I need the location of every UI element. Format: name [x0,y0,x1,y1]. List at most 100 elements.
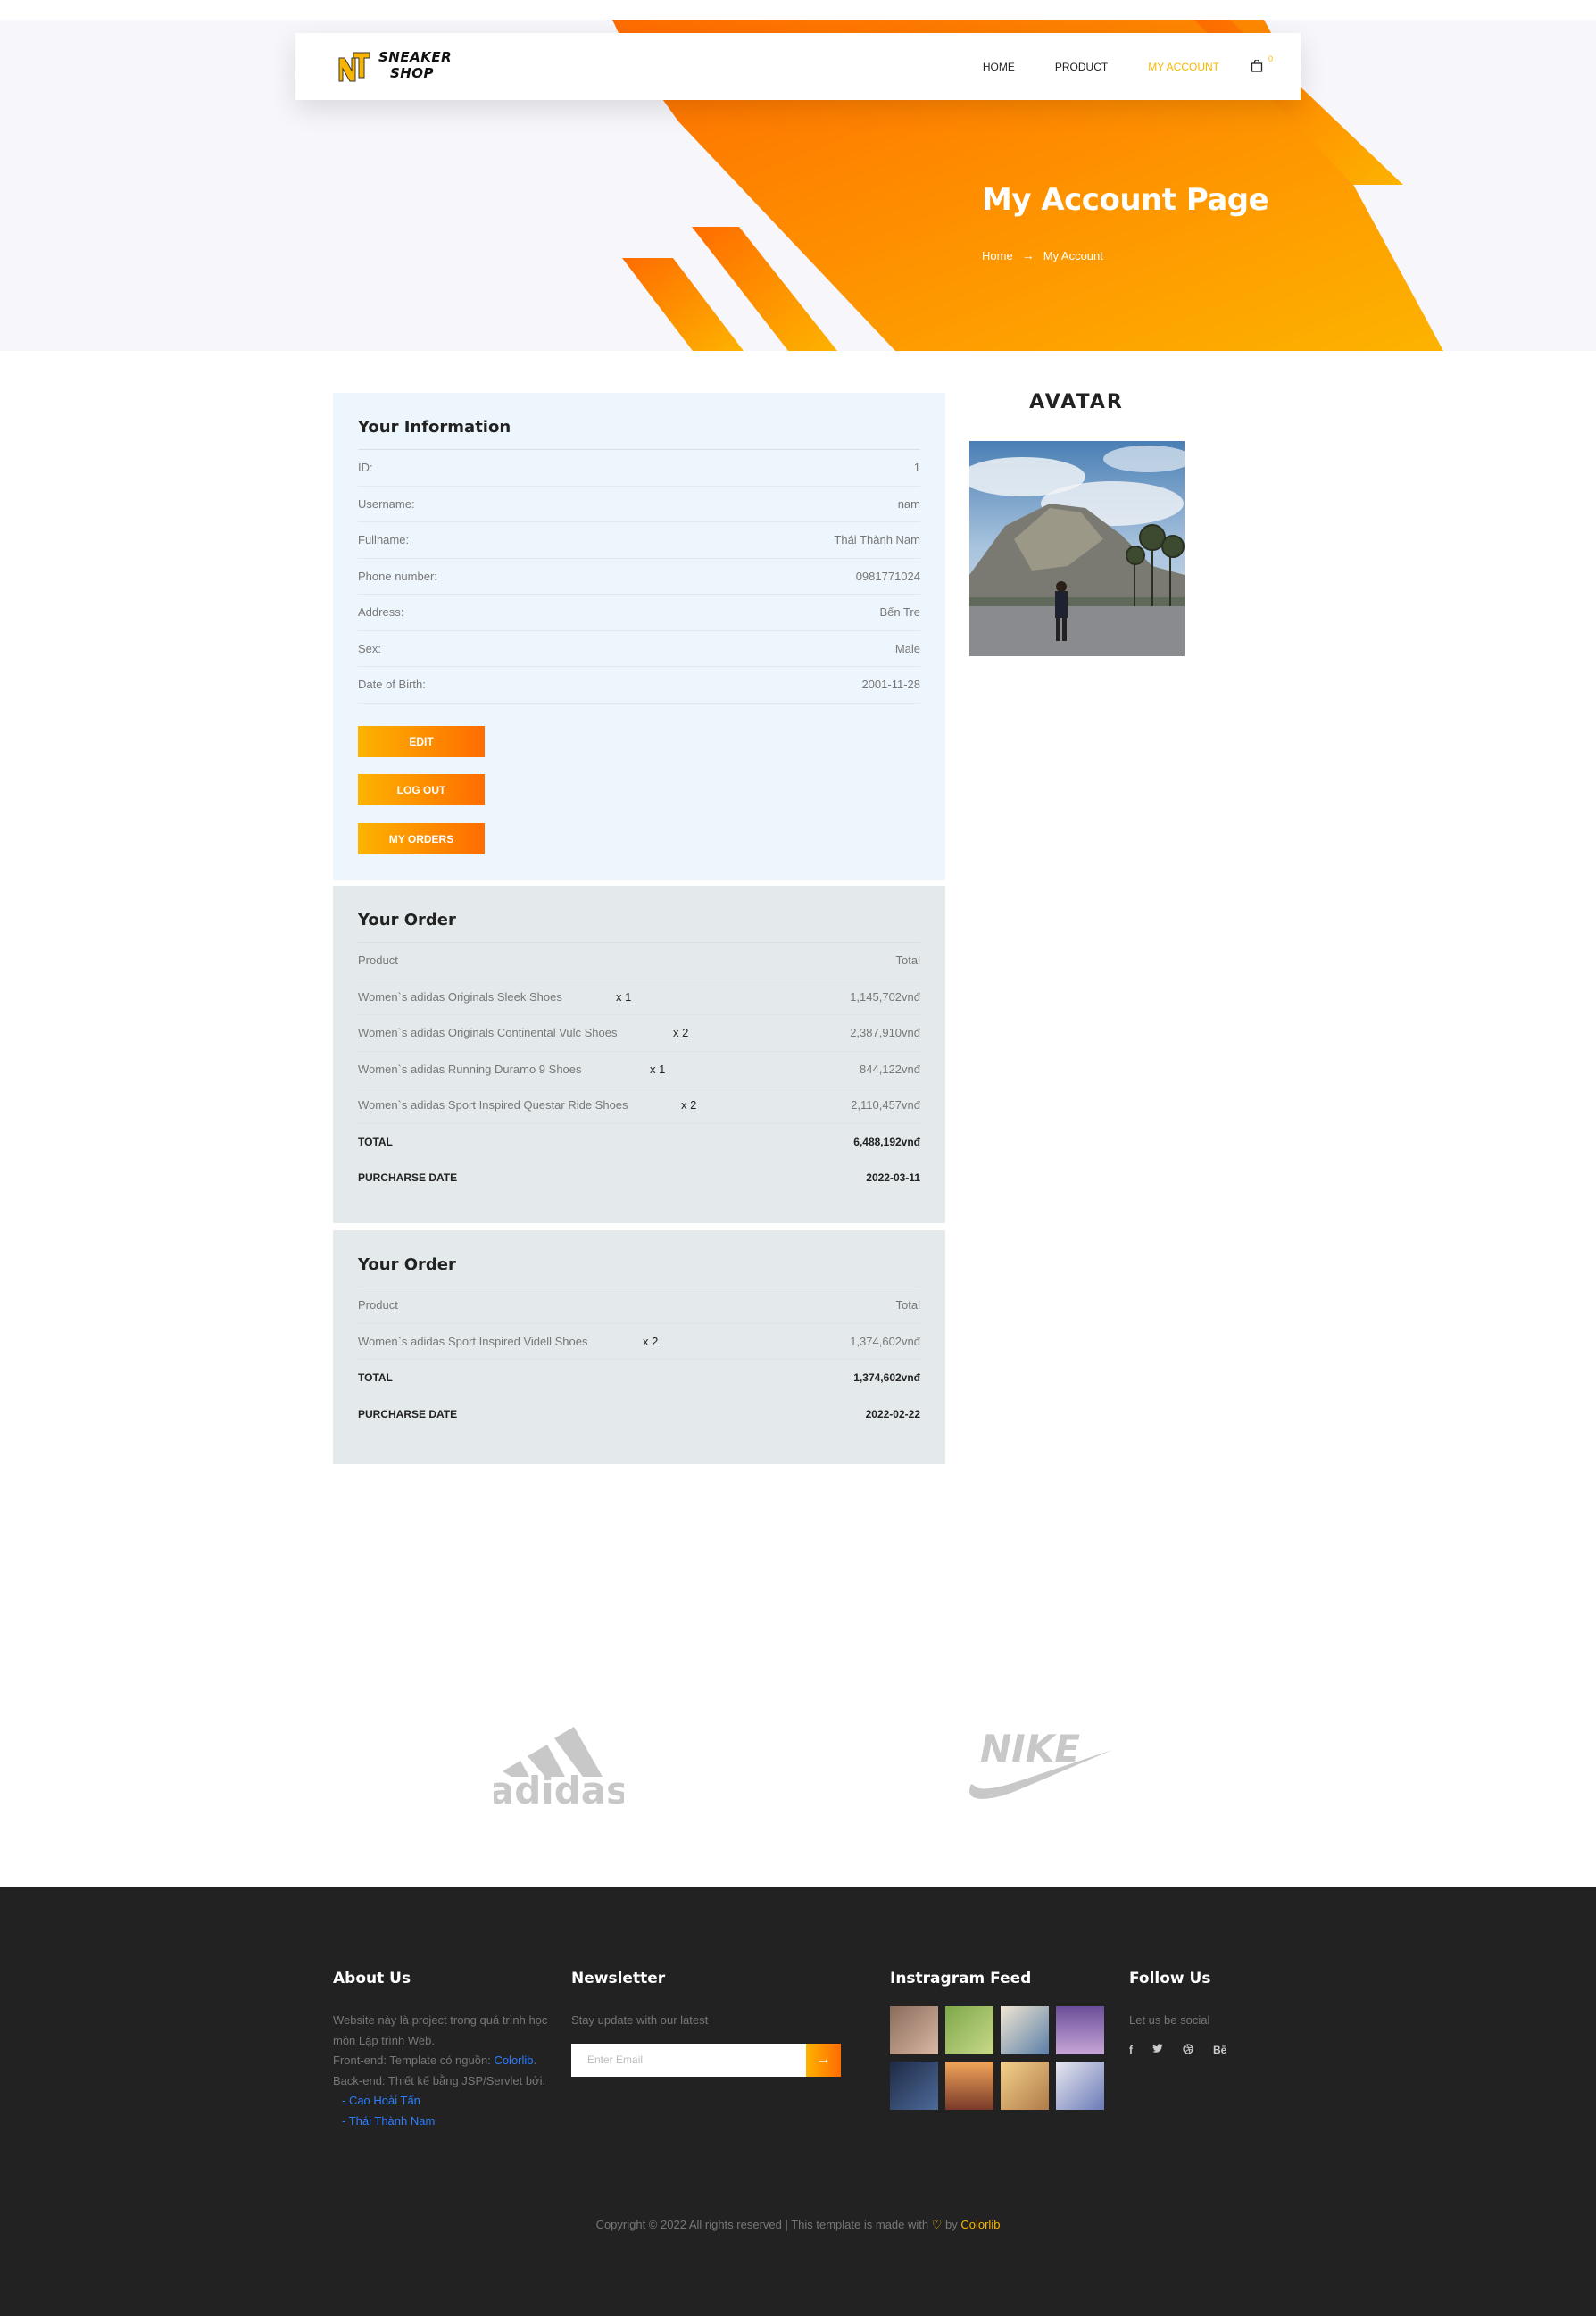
product-total: 1,374,602vnđ [850,1334,920,1348]
order-date-row: PURCHARSE DATE 2022-02-22 [358,1396,920,1433]
date-label: PURCHARSE DATE [358,1171,458,1185]
my-orders-button[interactable]: MY ORDERS [358,823,485,854]
email-input[interactable] [571,2043,806,2077]
info-value: Thái Thành Nam [834,533,920,547]
footer-heading: Follow Us [1129,1970,1211,1987]
card-title: Your Order [358,911,456,929]
author-link[interactable]: - Cao Hoài Tấn [333,2091,556,2112]
info-row: Phone number: 0981771024 [358,559,920,595]
info-value: 0981771024 [855,569,920,583]
site-logo[interactable]: SNEAKER SHOP [336,47,453,87]
instagram-thumbnail[interactable] [890,2062,938,2110]
total-label: TOTAL [358,1371,393,1385]
order-item-row: Women`s adidas Sport Inspired Videll Sho… [358,1324,920,1360]
logout-button[interactable]: LOG OUT [358,774,485,805]
product-total: 1,145,702vnđ [850,989,920,1004]
info-label: ID: [358,461,373,475]
site-header: SNEAKER SHOP Home Product My Account 0 [295,33,1301,100]
facebook-icon[interactable]: f [1129,2044,1133,2057]
info-value: 2001-11-28 [861,678,920,692]
card-title: Your Information [358,418,511,437]
page-title: My Account Page [982,182,1269,218]
logo-mark-icon [338,52,370,82]
behance-icon[interactable]: Bē [1213,2044,1226,2057]
colorlib-link[interactable]: Colorlib [960,2218,1000,2231]
product-total: 844,122vnđ [860,1062,920,1076]
total-value: 6,488,192vnđ [853,1135,920,1148]
product-qty: x 1 [650,1062,666,1076]
instagram-thumbnail[interactable] [890,2006,938,2054]
instagram-thumbnail[interactable] [1056,2006,1104,2054]
breadcrumb: Home → My Account [982,248,1103,262]
newsletter-form: → [571,2043,841,2077]
main-nav: Home Product My Account 0 [943,33,1273,100]
product-name: Women`s adidas Originals Continental Vul… [358,1026,618,1040]
product-header: Product [358,1298,398,1312]
author-link[interactable]: - Thái Thành Nam [333,2112,556,2132]
total-value: 1,374,602vnđ [853,1371,920,1385]
shopping-bag-icon [1251,58,1263,72]
nike-wordmark: NIKE [980,1727,1080,1770]
info-row: Address: Bến Tre [358,595,920,631]
footer-heading: Instragram Feed [890,1970,1032,1987]
order-date-row: PURCHARSE DATE 2022-03-11 [358,1160,920,1196]
order-item-row: Women`s adidas Originals Sleek Shoes x 1 1… [358,979,920,1015]
social-links: f Bē [1129,2044,1308,2057]
instagram-thumbnail[interactable] [945,2062,993,2110]
avatar-title: AVATAR [1029,391,1124,413]
footer-newsletter: Newsletter Stay update with our latest → [571,1970,857,2077]
product-header: Product [358,954,398,968]
info-row: Username: nam [358,487,920,522]
about-backend: Back-end: Thiết kế bằng JSP/Servlet bởi: [333,2073,546,2087]
nav-product[interactable]: Product [1055,61,1108,73]
order-item-row: Women`s adidas Sport Inspired Questar Ri… [358,1087,920,1124]
product-qty: x 2 [643,1334,659,1348]
copyright: Copyright © 2022 All rights reserved | T… [595,2218,1001,2231]
order-list: Product Total Women`s adidas Originals Sl… [358,943,920,1196]
account-info-card: Your Information ID: 1 Username: nam Fulln… [333,393,945,880]
colorlib-link[interactable]: Colorlib [494,2054,533,2067]
info-row: Fullname: Thái Thành Nam [358,522,920,559]
info-label: Date of Birth: [358,678,426,692]
instagram-thumbnail[interactable] [1001,2062,1049,2110]
arrow-right-icon: → [816,2052,831,2067]
twitter-icon[interactable] [1152,2043,1163,2057]
info-value: 1 [913,461,920,475]
info-row: Date of Birth: 2001-11-28 [358,667,920,704]
date-value: 2022-02-22 [865,1407,920,1420]
logo-text: SNEAKER SHOP [378,49,453,81]
order-total-row: TOTAL 6,488,192vnđ [358,1124,920,1161]
product-name: Women`s adidas Running Duramo 9 Shoes [358,1062,582,1076]
order-total-row: TOTAL 1,374,602vnđ [358,1360,920,1396]
instagram-grid [890,2006,1113,2110]
subscribe-button[interactable]: → [806,2043,841,2077]
total-label: TOTAL [358,1135,393,1148]
product-qty: x 1 [616,989,632,1004]
product-qty: x 2 [673,1026,689,1040]
dribbble-icon[interactable] [1183,2043,1193,2057]
avatar-image [969,441,1185,656]
product-name: Women`s adidas Sport Inspired Questar Ri… [358,1098,628,1112]
info-value: nam [897,496,920,511]
cart-button[interactable]: 0 [1251,54,1273,74]
info-row: Sex: Male [358,631,920,667]
info-row: ID: 1 [358,450,920,487]
date-value: 2022-03-11 [866,1171,920,1185]
info-list: ID: 1 Username: nam Fullname: Thái Thành Na… [358,450,920,704]
instagram-thumbnail[interactable] [945,2006,993,2054]
edit-button[interactable]: EDIT [358,726,485,757]
total-header: Total [895,1298,920,1312]
nav-home[interactable]: Home [983,61,1015,73]
instagram-thumbnail[interactable] [1001,2006,1049,2054]
order-list: Product Total Women`s adidas Sport Inspir… [358,1287,920,1432]
product-name: Women`s adidas Sport Inspired Videll Sho… [358,1334,588,1348]
nav-my-account[interactable]: My Account [1148,61,1219,73]
breadcrumb-current[interactable]: My Account [1043,249,1103,262]
breadcrumb-home[interactable]: Home [982,249,1013,262]
footer-about: About Us Website này là project trong qu… [333,1970,556,2131]
arrow-right-icon: → [1021,248,1035,262]
site-footer: About Us Website này là project trong qu… [0,1887,1596,2316]
footer-instagram: Instragram Feed [890,1970,1113,2110]
instagram-thumbnail[interactable] [1056,2062,1104,2110]
info-label: Phone number: [358,569,437,583]
